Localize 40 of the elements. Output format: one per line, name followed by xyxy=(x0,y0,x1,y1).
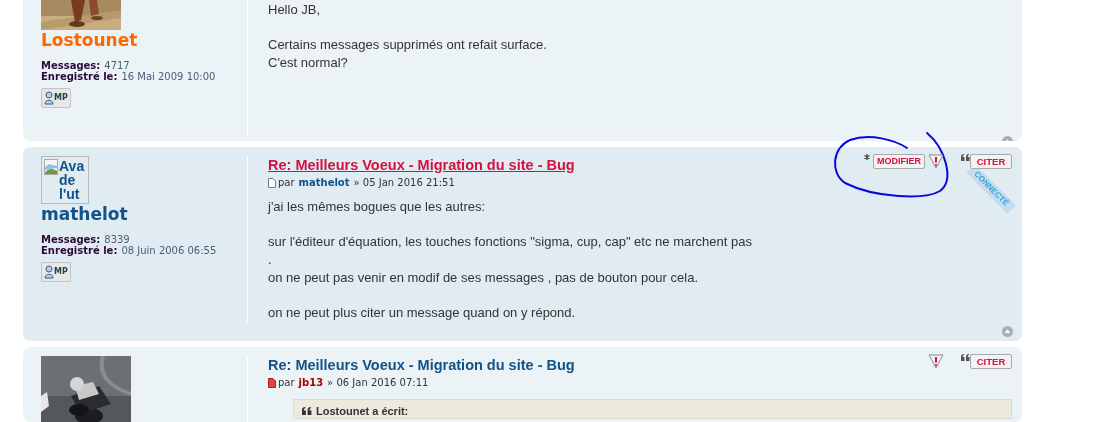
post-title-link[interactable]: Re: Meilleurs Voeux - Migration du site - Bug xyxy=(268,356,575,374)
stat-label: Enregistré le: xyxy=(41,71,118,82)
author-link[interactable]: mathelot xyxy=(298,177,350,189)
quote-button[interactable]: CITER xyxy=(970,354,1012,369)
post-title-link[interactable]: Re: Meilleurs Voeux - Migration du site - Bug xyxy=(268,156,575,174)
quote-icon xyxy=(961,154,970,161)
edit-button[interactable]: MODIFIER xyxy=(873,154,925,169)
author-link[interactable]: jb13 xyxy=(298,377,324,389)
post-text-line: Hello JB, xyxy=(268,1,322,19)
post-text-line: on ne peut pas venir en modif de ses messages , pas de bouton pour cela. xyxy=(268,269,699,287)
stat-value: 8339 xyxy=(104,234,130,245)
post-text-line: . xyxy=(268,251,273,269)
post-meta-by: par xyxy=(278,177,295,189)
private-message-button[interactable]: MP xyxy=(41,262,71,282)
quote-author: Lostounet a écrit: xyxy=(316,404,409,419)
stat-label: Enregistré le: xyxy=(41,245,118,256)
stat-label: Messages: xyxy=(41,234,101,245)
user-icon xyxy=(44,91,54,105)
quote-button[interactable]: CITER xyxy=(970,154,1012,169)
user-icon xyxy=(44,265,54,279)
post-meta-by: par xyxy=(278,377,295,389)
report-icon[interactable] xyxy=(928,154,944,169)
quote-icon xyxy=(961,354,970,361)
stat-value: 16 Mai 2009 10:00 xyxy=(121,71,216,82)
stat-value: 08 Juin 2006 06:55 xyxy=(121,245,217,256)
post-text-line: sur l'éditeur d'équation, les touches fonctions "sigma, cup, cap" etc ne marchent pas xyxy=(268,233,753,251)
broken-image-icon xyxy=(44,159,58,175)
post-text-line: C'est normal? xyxy=(268,54,349,72)
stat-label: Messages: xyxy=(41,60,101,71)
stat-value: 4717 xyxy=(104,60,130,71)
quote-icon xyxy=(302,407,312,415)
report-icon[interactable] xyxy=(928,354,944,369)
post-text-line: on ne peut plus citer un message quand on y répond. xyxy=(268,304,577,322)
private-message-button[interactable]: MP xyxy=(41,88,71,108)
username[interactable]: mathelot xyxy=(41,205,247,223)
avatar-alt-text: Ava de l'ut xyxy=(59,159,86,201)
post-date: » 06 Jan 2016 07:11 xyxy=(327,377,429,389)
post-text-line: Certains messages supprimés ont refait surface. xyxy=(268,36,548,54)
asterisk-icon xyxy=(864,154,870,160)
post-date: » 05 Jan 2016 21:51 xyxy=(353,177,455,189)
